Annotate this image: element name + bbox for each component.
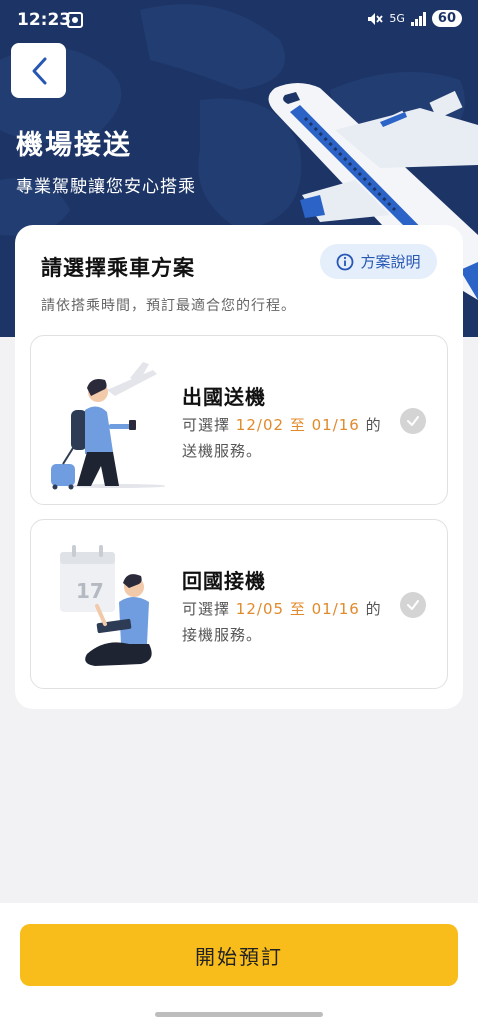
plan-info-label: 方案說明 xyxy=(360,253,421,271)
battery-indicator: 60 xyxy=(431,10,462,27)
page-subtitle: 專業駕駛讓您安心搭乘 xyxy=(16,177,196,197)
mute-icon xyxy=(368,12,384,25)
check-icon xyxy=(407,600,419,610)
home-indicator[interactable] xyxy=(155,1012,323,1017)
start-booking-button[interactable]: 開始預訂 xyxy=(20,924,458,986)
plan-end-date: 01/16 xyxy=(311,600,360,618)
info-icon xyxy=(337,253,354,270)
plan-departure[interactable]: 出國送機 可選擇 12/02 至 01/16 的 送機服務。 xyxy=(30,335,448,505)
bottom-action-bar: 開始預訂 xyxy=(0,903,478,1024)
plan-date-joiner: 至 xyxy=(289,600,306,618)
plan-date-suffix: 的 xyxy=(365,416,382,434)
check-icon xyxy=(407,416,419,426)
back-button[interactable] xyxy=(11,43,66,98)
plan-selection-card: 請選擇乘車方案 方案說明 請依搭乘時間，預訂最適合您的行程。 出國送機 可選擇 … xyxy=(15,225,463,709)
card-title: 請選擇乘車方案 xyxy=(41,256,195,280)
plan-end-date: 01/16 xyxy=(311,416,360,434)
card-description: 請依搭乘時間，預訂最適合您的行程。 xyxy=(41,298,296,314)
plan-date-suffix: 的 xyxy=(365,600,382,618)
plan-date-joiner: 至 xyxy=(289,416,306,434)
plan-name: 出國送機 xyxy=(182,385,266,409)
network-label: 5G xyxy=(389,12,405,25)
signal-icon xyxy=(410,11,426,26)
status-icons: 5G 60 xyxy=(367,10,462,27)
status-time: 12:23 xyxy=(17,10,72,30)
chevron-left-icon xyxy=(32,57,46,84)
status-bar: 12:23 5G 60 xyxy=(0,0,478,40)
plan-select-radio[interactable] xyxy=(400,592,426,618)
plan-date-range: 可選擇 12/05 至 01/16 的 xyxy=(182,598,382,619)
plan-service-text: 送機服務。 xyxy=(182,442,263,460)
plan-start-date: 12/05 xyxy=(235,600,285,618)
plan-arrival[interactable]: 17 回國接機 可選擇 12/05 至 01/16 的 接機服務。 xyxy=(30,519,448,689)
plan-info-button[interactable]: 方案說明 xyxy=(320,244,437,279)
arrival-calendar-illustration: 17 xyxy=(60,545,152,666)
page-title: 機場接送 xyxy=(16,130,132,161)
plan-date-range: 可選擇 12/02 至 01/16 的 xyxy=(182,414,382,435)
departure-traveler-illustration xyxy=(51,362,165,490)
plan-date-prefix: 可選擇 xyxy=(182,600,231,618)
plan-name: 回國接機 xyxy=(182,569,266,593)
plan-start-date: 12/02 xyxy=(235,416,285,434)
screen-record-icon xyxy=(67,12,83,28)
plan-service-text: 接機服務。 xyxy=(182,626,263,644)
calendar-day-label: 17 xyxy=(76,579,104,603)
plan-date-prefix: 可選擇 xyxy=(182,416,231,434)
plan-select-radio[interactable] xyxy=(400,408,426,434)
